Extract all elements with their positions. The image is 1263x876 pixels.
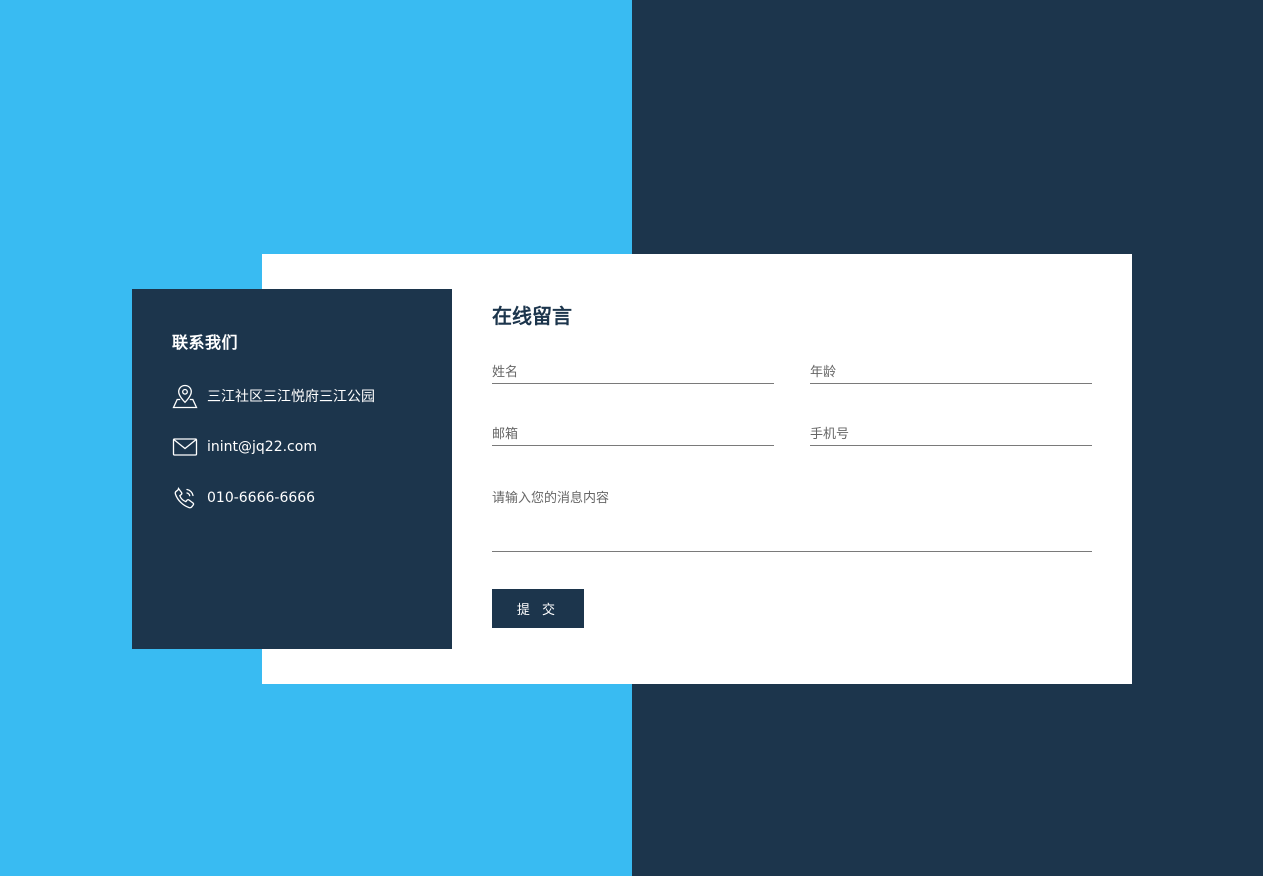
- email-input[interactable]: [492, 424, 774, 445]
- name-input[interactable]: [492, 362, 774, 383]
- location-pin-icon: [172, 383, 198, 409]
- contact-email[interactable]: inint@jq22.com: [207, 439, 317, 455]
- contact-phone-row: 010-6666-6666: [172, 485, 315, 511]
- message-field: [492, 487, 1092, 552]
- name-field: [492, 361, 774, 384]
- contact-phone[interactable]: 010-6666-6666: [207, 490, 315, 506]
- contact-title: 联系我们: [172, 333, 239, 352]
- contact-address-row: 三江社区三江悦府三江公园: [172, 383, 375, 409]
- age-input[interactable]: [810, 362, 1092, 383]
- email-field: [492, 423, 774, 446]
- age-field: [810, 361, 1092, 384]
- phone-input[interactable]: [810, 424, 1092, 445]
- mail-icon: [172, 434, 198, 460]
- phone-icon: [172, 485, 198, 511]
- contact-address: 三江社区三江悦府三江公园: [207, 389, 375, 405]
- contact-panel: 联系我们 三江社区三江悦府三江公园 inint@jq22.com 010-666…: [132, 289, 452, 649]
- phone-field: [810, 423, 1092, 446]
- form-title: 在线留言: [492, 304, 572, 328]
- submit-button[interactable]: 提 交: [492, 589, 584, 628]
- contact-email-row: inint@jq22.com: [172, 434, 317, 460]
- message-textarea[interactable]: [492, 487, 1092, 547]
